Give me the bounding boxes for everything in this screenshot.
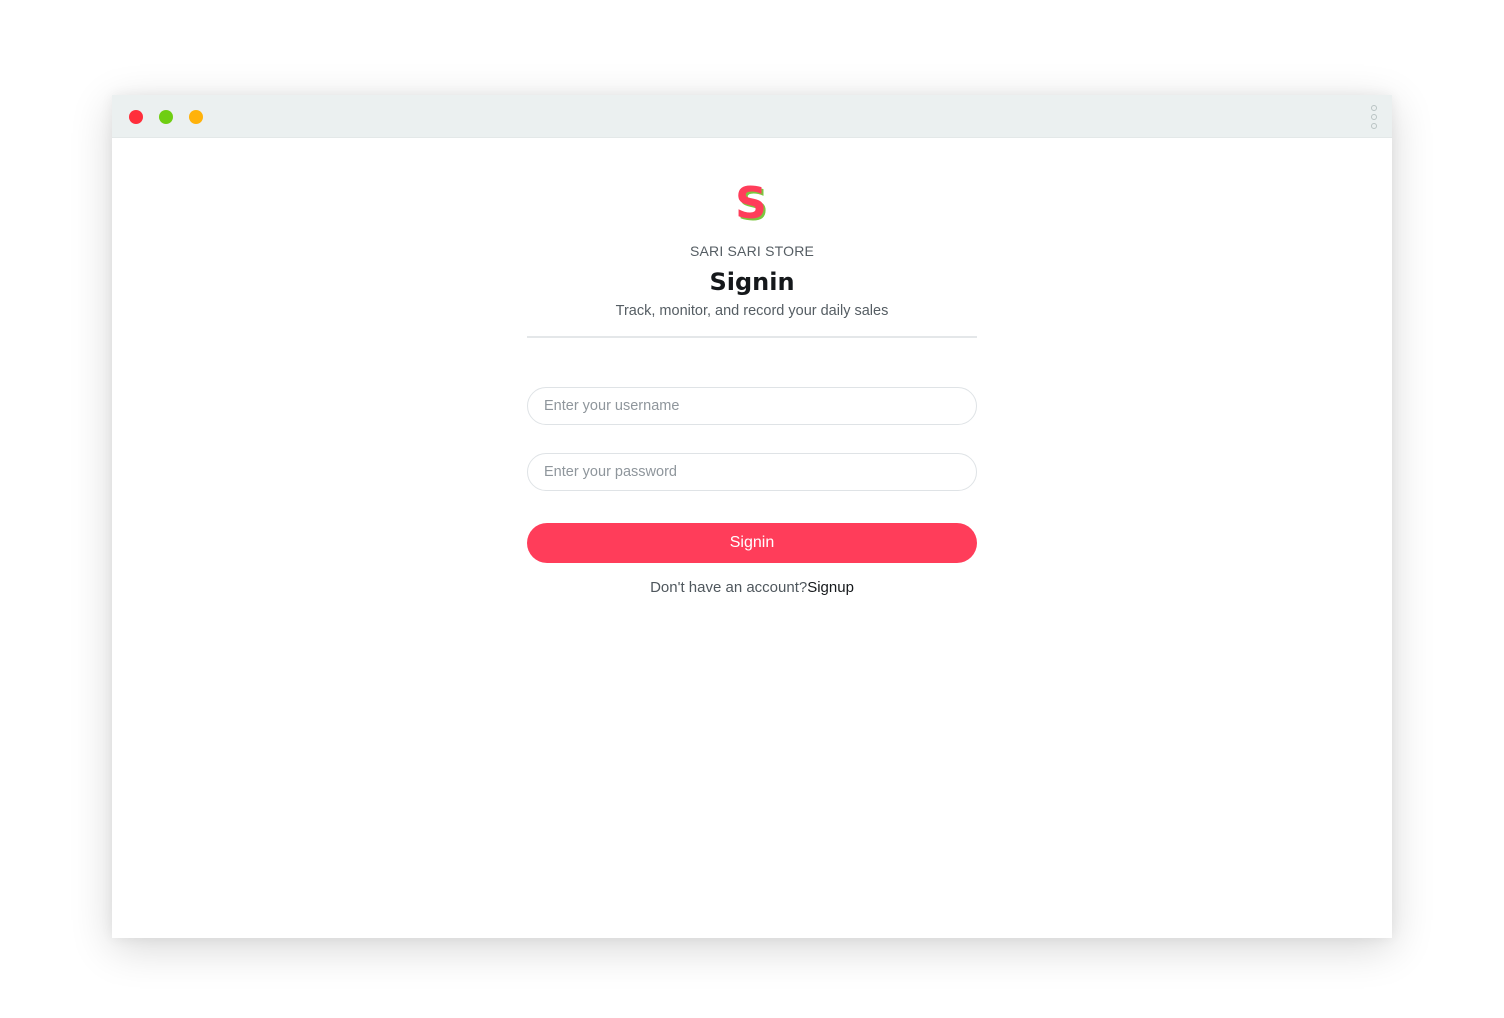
- page-background: S S SARI SARI STORE Signin Track, monito…: [0, 0, 1504, 1018]
- store-name: SARI SARI STORE: [689, 243, 815, 259]
- username-input[interactable]: [527, 387, 977, 425]
- browser-window: S S SARI SARI STORE Signin Track, monito…: [112, 95, 1392, 938]
- maximize-window-button[interactable]: [189, 110, 203, 124]
- page-subtitle: Track, monitor, and record your daily sa…: [615, 303, 889, 319]
- header-divider: [527, 336, 977, 338]
- close-window-button[interactable]: [129, 110, 143, 124]
- signin-button[interactable]: Signin: [527, 523, 977, 563]
- page-title: Signin: [709, 268, 795, 296]
- store-logo-icon: S S: [735, 182, 769, 226]
- signup-prompt-text: Don't have an account?: [650, 579, 808, 596]
- password-input[interactable]: [527, 453, 977, 491]
- vertical-ellipsis-icon[interactable]: [1368, 104, 1380, 130]
- signup-link[interactable]: Signup: [807, 579, 854, 596]
- window-titlebar: [112, 95, 1392, 138]
- minimize-window-button[interactable]: [159, 110, 173, 124]
- logo-letter: S: [735, 182, 767, 226]
- signin-page: S S SARI SARI STORE Signin Track, monito…: [112, 138, 1392, 938]
- signup-prompt-row: Don't have an account?Signup: [527, 579, 977, 596]
